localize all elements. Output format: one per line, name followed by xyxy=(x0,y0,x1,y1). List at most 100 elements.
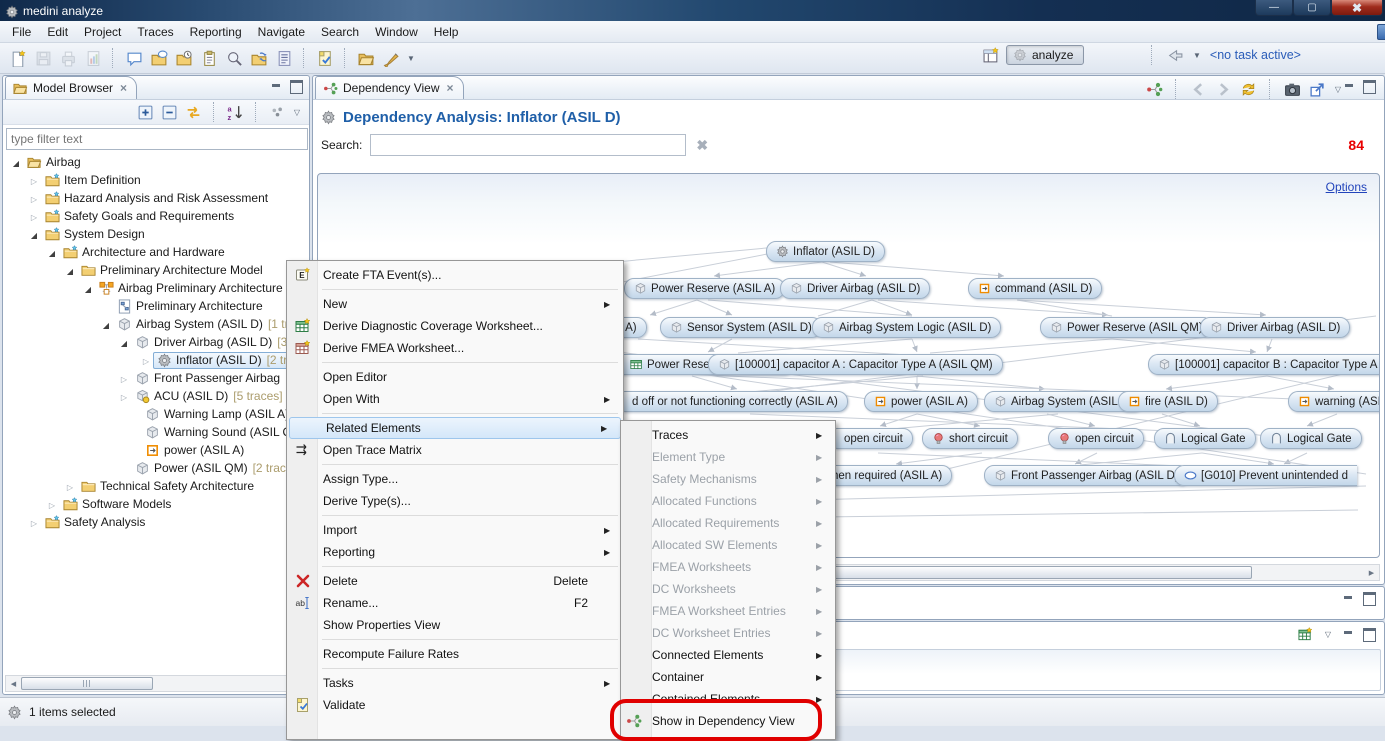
submenu-item[interactable]: DC Worksheets ▶ xyxy=(621,578,835,600)
maximize-view-icon[interactable] xyxy=(1363,80,1376,94)
print-icon[interactable] xyxy=(56,46,81,70)
view-menu-icon[interactable]: ▽ xyxy=(1332,85,1344,94)
minimize-button[interactable]: — xyxy=(1255,0,1293,16)
graph-node[interactable]: [100001] capacitor B : Capacitor Type A … xyxy=(1148,354,1380,375)
tree-item[interactable]: Safety Analysis xyxy=(3,513,309,531)
menu-item[interactable]: Reporting xyxy=(182,22,250,42)
tree-item[interactable]: power (ASIL A) xyxy=(3,441,309,459)
tree-expander-icon[interactable] xyxy=(45,245,59,259)
graph-node[interactable]: Driver Airbag (ASIL D) xyxy=(780,278,930,299)
task-back-icon[interactable] xyxy=(1167,47,1184,64)
graph-node[interactable]: power (ASIL A) xyxy=(864,391,978,412)
menu-item[interactable]: File xyxy=(4,22,39,42)
graph-node[interactable]: warning (ASIL xyxy=(1288,391,1380,412)
tree-item[interactable]: Airbag System (ASIL D) [1 tr xyxy=(3,315,309,333)
minimize-view-icon[interactable] xyxy=(271,83,282,92)
tree-item[interactable]: System Design xyxy=(3,225,309,243)
document-icon[interactable] xyxy=(272,46,297,70)
context-menu-item[interactable]: Derive Diagnostic Coverage Worksheet... xyxy=(287,315,623,337)
minimize-view-icon[interactable] xyxy=(1343,630,1354,639)
clear-search-icon[interactable]: ✖ xyxy=(696,137,708,154)
tree-item[interactable]: Preliminary Architecture xyxy=(3,297,309,315)
graph-node[interactable]: Airbag System Logic (ASIL D) xyxy=(812,317,1001,338)
open-model-icon[interactable] xyxy=(354,46,379,70)
filters-icon[interactable] xyxy=(267,102,289,122)
menu-item[interactable]: Navigate xyxy=(250,22,313,42)
graph-node[interactable]: Logical Gate xyxy=(1260,428,1362,449)
context-menu-item[interactable] xyxy=(287,410,623,417)
graph-node[interactable]: [100001] capacitor A : Capacitor Type A … xyxy=(708,354,1003,375)
tree-expander-icon[interactable] xyxy=(63,263,77,277)
graph-node[interactable]: hen required (ASIL A) xyxy=(822,465,952,486)
context-menu-item[interactable] xyxy=(287,286,623,293)
context-menu-item[interactable]: Show Properties View xyxy=(287,614,623,636)
validate-icon[interactable] xyxy=(313,46,338,70)
context-menu-item[interactable]: Create FTA Event(s)... xyxy=(287,264,623,286)
refresh-icon[interactable] xyxy=(1238,80,1260,98)
tree-item[interactable]: Architecture and Hardware xyxy=(3,243,309,261)
minimize-view-icon[interactable] xyxy=(1343,595,1354,604)
tree-expander-icon[interactable] xyxy=(99,317,113,331)
maximize-view-icon[interactable] xyxy=(1363,628,1376,642)
graph-node[interactable]: Inflator (ASIL D) xyxy=(766,241,885,262)
derive-icon[interactable] xyxy=(379,46,404,70)
graph-node[interactable]: fire (ASIL D) xyxy=(1118,391,1218,412)
submenu-item[interactable]: Allocated SW Elements ▶ xyxy=(621,534,835,556)
close-tab-icon[interactable]: × xyxy=(120,81,127,95)
minimize-view-icon[interactable] xyxy=(1344,83,1355,92)
menu-item[interactable]: Project xyxy=(76,22,129,42)
search-review-icon[interactable] xyxy=(222,46,247,70)
tree-expander-icon[interactable] xyxy=(27,209,41,223)
submenu-item[interactable]: Traces ▶ xyxy=(621,424,835,446)
menu-item[interactable]: Traces xyxy=(129,22,181,42)
context-menu-item[interactable]: Rename... F2 xyxy=(287,592,623,614)
context-menu-item[interactable]: Recompute Failure Rates xyxy=(287,643,623,665)
tab-dependency-view[interactable]: Dependency View × xyxy=(315,76,464,99)
context-menu-item[interactable]: Related Elements ▶ xyxy=(289,417,621,439)
context-menu-item[interactable]: Open Editor xyxy=(287,366,623,388)
context-menu-item[interactable] xyxy=(287,359,623,366)
folder-sync-icon[interactable] xyxy=(247,46,272,70)
folder-history-icon[interactable] xyxy=(172,46,197,70)
close-button[interactable]: ✖ xyxy=(1331,0,1383,16)
submenu-item[interactable]: Element Type ▶ xyxy=(621,446,835,468)
tree-item[interactable]: ACU (ASIL D) [5 traces] xyxy=(3,387,309,405)
new-wizard-icon[interactable] xyxy=(6,46,31,70)
tree-item[interactable]: Hazard Analysis and Risk Assessment xyxy=(3,189,309,207)
submenu-item[interactable]: FMEA Worksheets ▶ xyxy=(621,556,835,578)
context-menu-item[interactable] xyxy=(287,636,623,643)
scrollbar-thumb[interactable] xyxy=(21,677,153,690)
menu-item[interactable]: Search xyxy=(313,22,367,42)
context-menu-item[interactable]: New ▶ xyxy=(287,293,623,315)
scroll-left-icon[interactable]: ◀ xyxy=(6,680,21,688)
analyze-perspective-button[interactable]: analyze xyxy=(1006,45,1084,65)
context-menu-item[interactable]: Tasks ▶ xyxy=(287,672,623,694)
graph-node[interactable]: Sensor System (ASIL D) xyxy=(660,317,822,338)
tree-item[interactable]: Safety Goals and Requirements xyxy=(3,207,309,225)
tree-expander-icon[interactable] xyxy=(45,497,59,511)
search-input[interactable] xyxy=(370,134,686,156)
tree-item[interactable]: Technical Safety Architecture xyxy=(3,477,309,495)
context-menu-item[interactable]: Reporting ▶ xyxy=(287,541,623,563)
maximize-view-icon[interactable] xyxy=(1363,592,1376,606)
tree-expander-icon[interactable] xyxy=(117,335,131,349)
context-menu-item[interactable]: Open With ▶ xyxy=(287,388,623,410)
menu-item[interactable]: Window xyxy=(367,22,426,42)
context-menu-item[interactable]: Import ▶ xyxy=(287,519,623,541)
tree-expander-icon[interactable] xyxy=(27,173,41,187)
tree-item[interactable]: Preliminary Architecture Model xyxy=(3,261,309,279)
view-menu-icon[interactable]: ▽ xyxy=(291,108,303,117)
tree-item[interactable]: Front Passenger Airbag xyxy=(3,369,309,387)
folder-comment-icon[interactable] xyxy=(147,46,172,70)
context-menu-item[interactable]: Derive FMEA Worksheet... xyxy=(287,337,623,359)
report-icon[interactable] xyxy=(81,46,106,70)
context-menu-item[interactable]: Assign Type... xyxy=(287,468,623,490)
tree-item[interactable]: Power (ASIL QM) [2 traces] xyxy=(3,459,309,477)
task-dropdown-icon[interactable]: ▼ xyxy=(1190,51,1204,60)
sort-alphabetically-icon[interactable] xyxy=(225,102,247,122)
context-menu-item[interactable] xyxy=(287,461,623,468)
filter-input[interactable] xyxy=(6,128,308,150)
save-icon[interactable] xyxy=(31,46,56,70)
graph-node[interactable]: open circuit xyxy=(834,428,913,449)
submenu-item[interactable]: FMEA Worksheet Entries ▶ xyxy=(621,600,835,622)
